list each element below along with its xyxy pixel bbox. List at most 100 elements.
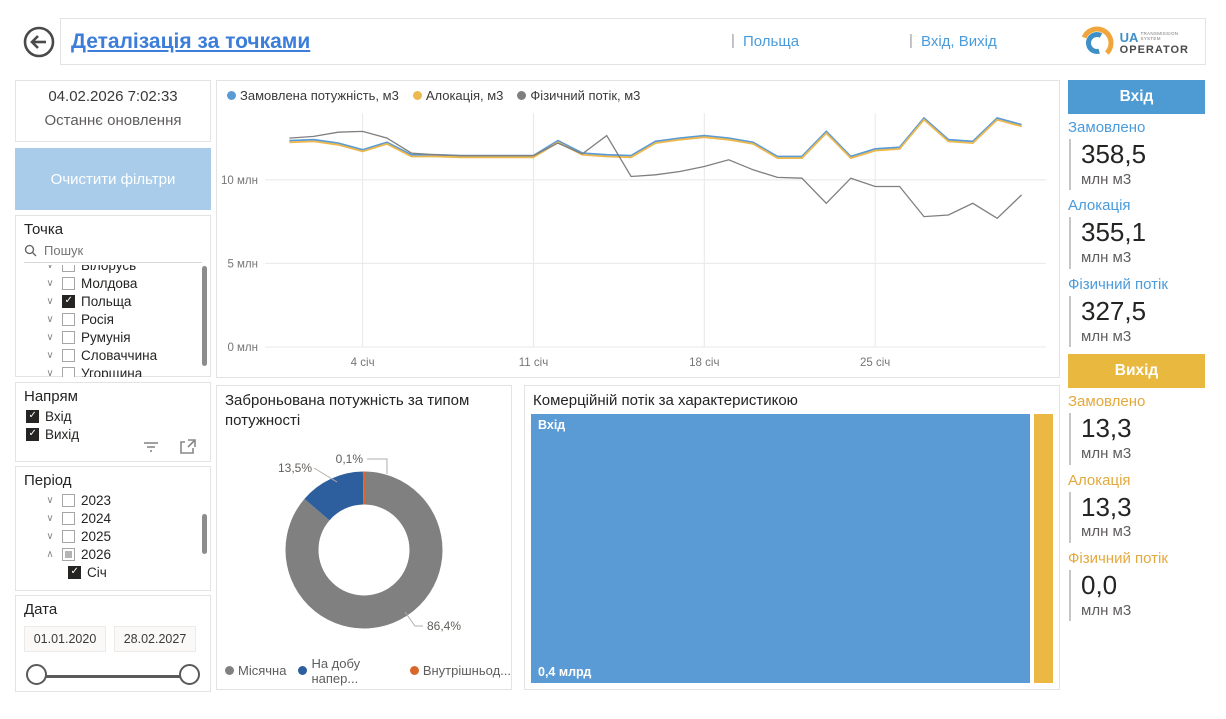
period-item-2025[interactable]: ∨2025 bbox=[16, 527, 210, 545]
header-filter-direction[interactable]: Вхід, Вихід bbox=[921, 33, 997, 50]
donut-label: 86,4% bbox=[427, 619, 461, 633]
kpi-unit: млн м3 bbox=[1081, 170, 1205, 190]
header-bar: Деталізація за точками | Польща | Вхід, … bbox=[60, 18, 1206, 65]
kpi-label: Замовлено bbox=[1068, 119, 1205, 136]
donut-title: Заброньована потужність за типом потужно… bbox=[217, 386, 511, 432]
chevron-down-icon[interactable]: ∨ bbox=[44, 513, 56, 524]
line-series bbox=[289, 131, 1021, 218]
point-item-Угорщина[interactable]: ∨ Угорщина bbox=[16, 364, 210, 377]
date-end-input[interactable]: 28.02.2027 bbox=[114, 626, 196, 652]
slider-handle-start[interactable] bbox=[26, 664, 47, 685]
item-label: Словаччина bbox=[81, 348, 157, 363]
period-item-2026[interactable]: ∧ 2026 bbox=[16, 545, 210, 563]
date-start-input[interactable]: 01.01.2020 bbox=[24, 626, 106, 652]
checkbox[interactable] bbox=[62, 548, 75, 561]
popout-icon[interactable] bbox=[178, 439, 196, 455]
treemap-block[interactable] bbox=[1034, 414, 1053, 683]
checkbox[interactable] bbox=[68, 566, 81, 579]
legend-item[interactable]: Фізичний потік, м3 bbox=[517, 88, 640, 103]
checkbox[interactable] bbox=[62, 367, 75, 378]
period-list-scrollbar[interactable] bbox=[202, 514, 207, 554]
legend-item[interactable]: Замовлена потужність, м3 bbox=[227, 88, 399, 103]
page-title[interactable]: Деталізація за точками bbox=[71, 30, 310, 54]
point-item-Молдова[interactable]: ∨ Молдова bbox=[16, 274, 210, 292]
item-label: Молдова bbox=[81, 276, 137, 291]
checkbox[interactable] bbox=[62, 512, 75, 525]
legend-label: На добу напер... bbox=[311, 656, 397, 686]
x-axis-tick: 11 січ bbox=[519, 357, 548, 369]
donut-chart[interactable]: 13,5%0,1%86,4% bbox=[217, 432, 511, 654]
treemap-block-Вхід[interactable]: Вхід0,4 млрд bbox=[531, 414, 1030, 683]
line-chart-panel: Замовлена потужність, м3 Алокація, м3 Фізи… bbox=[216, 80, 1060, 378]
checkbox[interactable] bbox=[62, 349, 75, 362]
slider-track[interactable] bbox=[38, 675, 188, 678]
treemap-block-value: 0,4 млрд bbox=[538, 665, 591, 679]
legend-dot-icon bbox=[413, 91, 422, 100]
point-list-scrollbar[interactable] bbox=[202, 266, 207, 366]
point-item-Румунія[interactable]: ∨Румунія bbox=[16, 328, 210, 346]
chevron-down-icon[interactable]: ∨ bbox=[44, 296, 56, 307]
point-search-input[interactable] bbox=[42, 242, 166, 259]
chevron-down-icon[interactable]: ∨ bbox=[44, 531, 56, 542]
legend-dot-icon bbox=[517, 91, 526, 100]
checkbox[interactable] bbox=[62, 265, 75, 272]
header-filter-point[interactable]: Польща bbox=[743, 33, 799, 50]
chevron-down-icon[interactable]: ∨ bbox=[44, 265, 56, 271]
chevron-down-icon[interactable]: ∨ bbox=[44, 314, 56, 325]
filter-icon[interactable] bbox=[142, 439, 160, 455]
point-item-Польща[interactable]: ∨Польща bbox=[16, 292, 210, 310]
checkbox[interactable] bbox=[26, 428, 39, 441]
y-axis-tick: 10 млн bbox=[221, 175, 258, 187]
kpi-card-Фізичний потік: Фізичний потік0,0млн м3 bbox=[1068, 550, 1205, 621]
legend-label: Місячна bbox=[238, 663, 286, 678]
date-range-slider bbox=[30, 660, 196, 694]
period-item-Січ[interactable]: Січ bbox=[16, 563, 210, 581]
period-slicer-title: Період bbox=[16, 467, 210, 491]
line-chart-legend: Замовлена потужність, м3 Алокація, м3 Фізи… bbox=[227, 88, 1059, 103]
chevron-down-icon[interactable]: ∨ bbox=[44, 278, 56, 289]
chevron-down-icon[interactable]: ∨ bbox=[44, 332, 56, 343]
donut-label: 0,1% bbox=[336, 452, 364, 466]
checkbox[interactable] bbox=[62, 331, 75, 344]
chevron-down-icon[interactable]: ∨ bbox=[44, 350, 56, 361]
item-label: Білорусь bbox=[81, 265, 136, 273]
x-axis-tick: 25 січ bbox=[860, 357, 890, 369]
clear-filters-button[interactable]: Очистити фільтри bbox=[15, 148, 211, 210]
direction-item-Вхід[interactable]: Вхід bbox=[16, 407, 210, 425]
period-item-2023[interactable]: ∨ 2023 bbox=[16, 491, 210, 509]
chevron-down-icon[interactable]: ∨ bbox=[44, 495, 56, 506]
operator-logo-swirl-icon bbox=[1078, 24, 1116, 62]
item-label: 2026 bbox=[81, 547, 111, 562]
item-label: 2023 bbox=[81, 493, 111, 508]
back-button[interactable] bbox=[21, 24, 57, 60]
checkbox[interactable] bbox=[62, 313, 75, 326]
checkbox[interactable] bbox=[26, 410, 39, 423]
point-item-Росія[interactable]: ∨Росія bbox=[16, 310, 210, 328]
legend-label: Замовлена потужність, м3 bbox=[240, 88, 399, 103]
kpi-unit: млн м3 bbox=[1081, 327, 1205, 347]
chevron-up-icon[interactable]: ∧ bbox=[44, 549, 56, 560]
point-search[interactable] bbox=[24, 242, 202, 263]
kpi-value: 13,3 bbox=[1081, 414, 1205, 444]
checkbox[interactable] bbox=[62, 295, 75, 308]
legend-dot-icon bbox=[410, 666, 419, 675]
kpi-unit: млн м3 bbox=[1081, 444, 1205, 464]
kpi-in-header: Вхід bbox=[1068, 80, 1205, 114]
checkbox[interactable] bbox=[62, 277, 75, 290]
checkbox[interactable] bbox=[62, 530, 75, 543]
legend-item[interactable]: Алокація, м3 bbox=[413, 88, 504, 103]
donut-legend-item[interactable]: На добу напер... bbox=[298, 656, 397, 686]
last-update-time: 04.02.2026 7:02:33 bbox=[16, 88, 210, 105]
checkbox[interactable] bbox=[62, 494, 75, 507]
item-label: Угорщина bbox=[81, 366, 142, 378]
slider-handle-end[interactable] bbox=[179, 664, 200, 685]
chevron-down-icon[interactable]: ∨ bbox=[44, 368, 56, 378]
period-item-2024[interactable]: ∨2024 bbox=[16, 509, 210, 527]
line-chart[interactable]: 0 млн5 млн10 млн4 січ11 січ18 січ25 січ bbox=[217, 105, 1061, 373]
donut-legend-item[interactable]: Місячна bbox=[225, 663, 286, 678]
point-item-Словаччина[interactable]: ∨ Словаччина bbox=[16, 346, 210, 364]
kpi-label: Фізичний потік bbox=[1068, 550, 1205, 567]
kpi-value: 358,5 bbox=[1081, 140, 1205, 170]
donut-legend-item[interactable]: Внутрішньод... bbox=[410, 663, 511, 678]
point-item-Білорусь[interactable]: ∨ Білорусь bbox=[16, 265, 210, 274]
